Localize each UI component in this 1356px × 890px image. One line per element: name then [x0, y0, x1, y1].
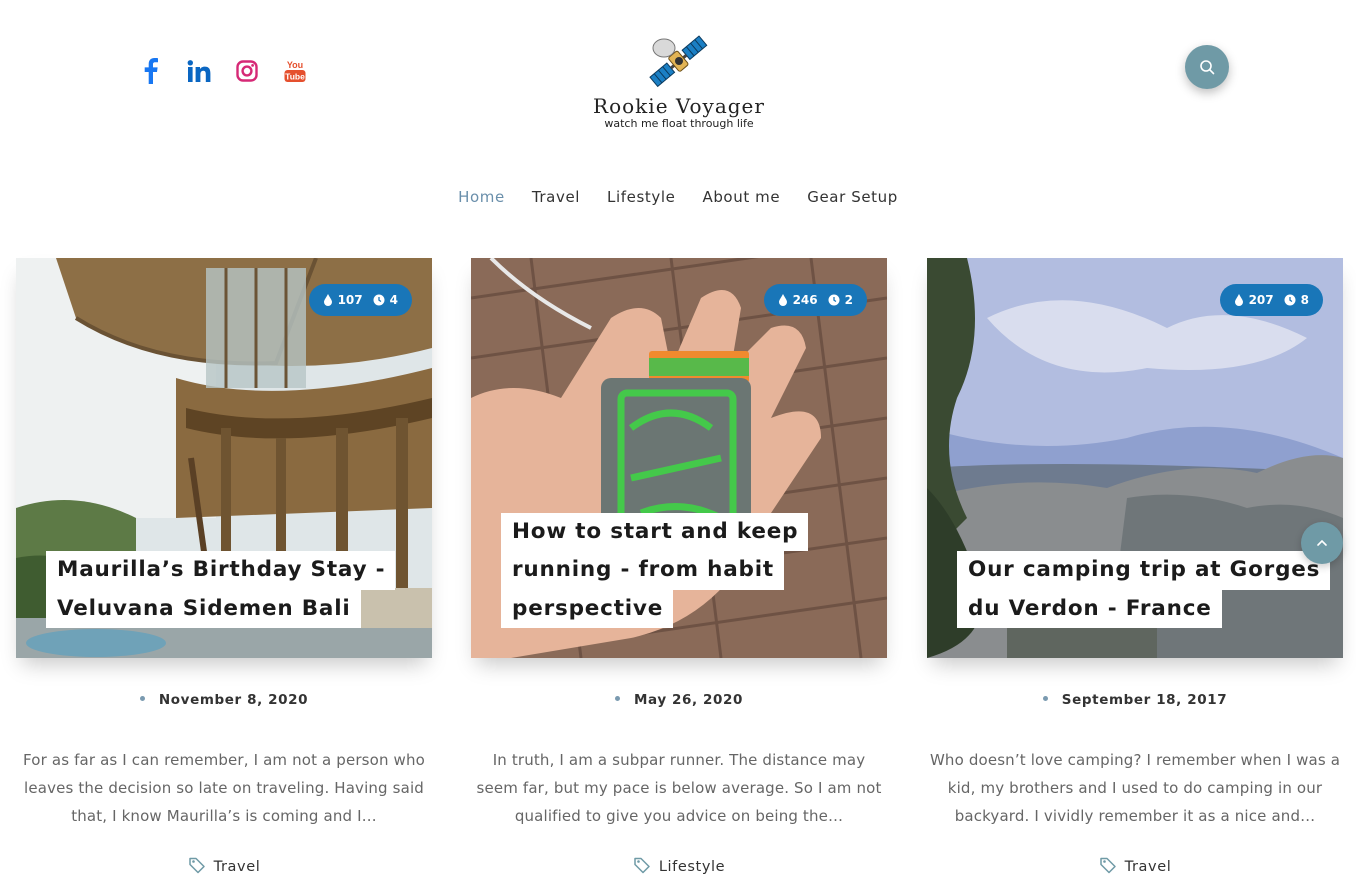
site-tagline: watch me float through life: [604, 117, 754, 130]
search-button[interactable]: [1185, 45, 1229, 89]
post-category: Travel: [16, 857, 432, 876]
youtube-link[interactable]: You Tube: [282, 56, 308, 86]
post-read-time: 4: [389, 293, 398, 307]
post-read-time: 2: [844, 293, 853, 307]
tag-icon: [634, 857, 650, 874]
post-card: 207 8 Our camping trip at Gorges du Verd…: [927, 258, 1343, 876]
facebook-link[interactable]: [138, 56, 164, 86]
post-title[interactable]: How to start and keep running - from hab…: [501, 512, 809, 628]
tag-icon: [1099, 857, 1116, 874]
post-date: September 18, 2017: [927, 692, 1343, 708]
instagram-link[interactable]: [234, 56, 260, 86]
post-card: 107 4 Maurilla’s Birthday Stay - Veluvan…: [16, 258, 432, 876]
drop-icon: [323, 294, 332, 306]
social-links: You Tube: [138, 56, 308, 86]
post-thumbnail[interactable]: 107 4 Maurilla’s Birthday Stay - Veluvan…: [16, 258, 432, 658]
post-excerpt: Who doesn’t love camping? I remember whe…: [929, 751, 1341, 825]
post-thumbnail[interactable]: 246 2 How to start and keep running - fr…: [471, 258, 887, 658]
svg-text:You: You: [287, 60, 303, 70]
post-date: May 26, 2020: [471, 692, 887, 708]
nav-item-travel[interactable]: Travel: [518, 186, 593, 208]
post-card: 246 2 How to start and keep running - fr…: [471, 258, 887, 876]
post-stats: 207 8: [1219, 284, 1323, 316]
chevron-up-icon: [1317, 539, 1327, 546]
post-title[interactable]: Our camping trip at Gorges du Verdon - F…: [957, 551, 1331, 628]
post-stats: 107 4: [308, 284, 412, 316]
date-bullet-icon: [139, 695, 145, 701]
search-icon: [1200, 60, 1215, 75]
site-logo[interactable]: Rookie Voyager watch me float through li…: [560, 30, 798, 130]
post-thumbnail[interactable]: 207 8 Our camping trip at Gorges du Verd…: [927, 258, 1343, 658]
main-nav: Home Travel Lifestyle About me Gear Setu…: [0, 186, 1356, 208]
clock-icon: [373, 294, 385, 306]
tag-icon: [188, 857, 205, 874]
drop-icon: [1234, 294, 1243, 306]
post-read-time: 8: [1300, 293, 1309, 307]
satellite-icon: [649, 35, 708, 88]
linkedin-link[interactable]: [186, 56, 212, 86]
post-views: 207: [1248, 293, 1274, 307]
scroll-to-top-button[interactable]: [1301, 522, 1343, 564]
post-title[interactable]: Maurilla’s Birthday Stay - Veluvana Side…: [46, 551, 396, 628]
facebook-icon: [144, 58, 158, 84]
youtube-icon: You Tube: [284, 60, 306, 82]
post-excerpt: In truth, I am a subpar runner. The dist…: [476, 751, 882, 825]
nav-item-gear-setup[interactable]: Gear Setup: [794, 186, 912, 208]
post-views: 107: [337, 293, 363, 307]
svg-text:Tube: Tube: [285, 72, 305, 82]
post-category: Travel: [927, 857, 1343, 876]
post-category: Lifestyle: [471, 857, 887, 876]
date-bullet-icon: [614, 695, 620, 701]
post-date: November 8, 2020: [16, 692, 432, 708]
post-stats: 246 2: [763, 284, 867, 316]
nav-item-lifestyle[interactable]: Lifestyle: [594, 186, 689, 208]
instagram-icon: [236, 60, 258, 82]
nav-item-about-me[interactable]: About me: [689, 186, 794, 208]
site-name: Rookie Voyager: [593, 94, 765, 118]
post-views: 246: [792, 293, 818, 307]
clock-icon: [828, 294, 840, 306]
drop-icon: [778, 294, 787, 306]
clock-icon: [1284, 294, 1296, 306]
post-excerpt: For as far as I can remember, I am not a…: [23, 751, 425, 825]
linkedin-icon: [187, 60, 211, 82]
date-bullet-icon: [1042, 695, 1048, 701]
nav-item-home[interactable]: Home: [445, 186, 519, 208]
